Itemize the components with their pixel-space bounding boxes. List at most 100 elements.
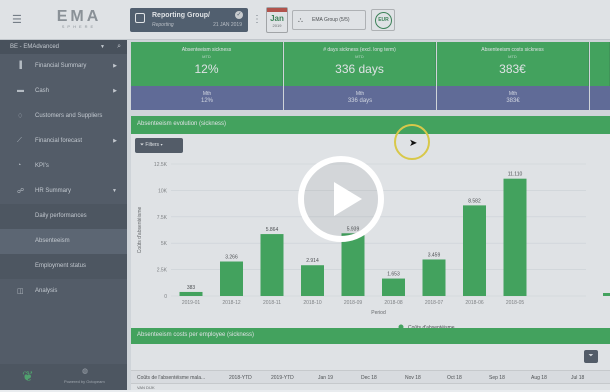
kpi-period: MTD bbox=[202, 54, 211, 59]
sidebar-subitem-employment-status[interactable]: Employment status bbox=[0, 254, 127, 279]
sidebar-subitem-absenteeism[interactable]: Absenteeism bbox=[0, 229, 127, 254]
table-column-header[interactable]: Dec 18 bbox=[361, 375, 377, 381]
sidebar-item-analysis[interactable]: ◫ Analysis bbox=[0, 279, 127, 304]
sidebar-item-label: Analysis bbox=[35, 288, 58, 294]
kpi-card-days-sickness[interactable]: # days sickness (excl. long term) MTD 33… bbox=[284, 42, 436, 86]
table-column-header[interactable]: Coûts de l'absentéisme mala... bbox=[137, 375, 205, 381]
x-tick-label: 2018-05 bbox=[506, 300, 525, 306]
table-column-header[interactable]: Jul 18 bbox=[571, 375, 584, 381]
kpi-card-absenteeism[interactable]: Absenteeism sickness MTD 12% bbox=[131, 42, 283, 86]
bar-partial bbox=[603, 293, 610, 296]
report-icon bbox=[135, 13, 145, 23]
entity-selector[interactable]: ⛬ EMA Group (5/5) bbox=[292, 10, 366, 30]
bar-value-label: 3.266 bbox=[225, 255, 238, 261]
kpi-value: 12% bbox=[194, 62, 219, 76]
x-tick-label: 2018-06 bbox=[465, 300, 484, 306]
reporting-group-selector[interactable]: Reporting Group/ Reporting 21 JAN 2019 ✓ bbox=[130, 8, 248, 32]
chevron-right-icon: ▶ bbox=[113, 88, 117, 94]
bar bbox=[422, 259, 446, 296]
check-icon: ✓ bbox=[235, 11, 243, 19]
sidebar-item-label: Customers and Suppliers bbox=[35, 113, 103, 119]
x-tick-label: 2019-01 bbox=[182, 300, 201, 306]
currency-selector[interactable]: EUR bbox=[371, 9, 395, 31]
group-date: 21 JAN 2019 bbox=[213, 22, 242, 28]
app-logo[interactable]: EMA SPHERE bbox=[54, 8, 104, 29]
play-button[interactable] bbox=[298, 156, 384, 242]
sidebar-item-kpis[interactable]: ◔ KPI's bbox=[0, 154, 127, 179]
bar bbox=[260, 234, 284, 296]
y-tick-label: 12.5K bbox=[154, 162, 168, 168]
sidebar-subitem-label: Absenteeism bbox=[35, 238, 70, 244]
line-chart-icon: ⟋ bbox=[17, 137, 22, 144]
globe-icon[interactable]: ◍ bbox=[82, 367, 88, 375]
chevron-down-icon: ▼ bbox=[112, 188, 117, 194]
filters-button[interactable]: ⏷ Filters ▾ bbox=[135, 138, 183, 153]
chevron-right-icon: ▶ bbox=[113, 63, 117, 69]
calendar-header bbox=[267, 8, 287, 12]
table-row[interactable]: VAN DIJK bbox=[131, 384, 610, 392]
caret-down-icon: ▼ bbox=[100, 44, 105, 50]
hierarchy-icon: ⛬ bbox=[298, 17, 303, 24]
sidebar-item-label: Cash bbox=[35, 88, 50, 94]
bar-chart-icon: ▐ bbox=[17, 62, 22, 69]
table-column-header[interactable]: Jan 19 bbox=[318, 375, 333, 381]
sidebar-subitem-label: Daily performances bbox=[35, 213, 87, 219]
chevron-right-icon: ▶ bbox=[113, 138, 117, 144]
bar bbox=[341, 233, 365, 296]
search-icon[interactable]: ⌕ bbox=[117, 43, 121, 51]
month-value: 383€ bbox=[506, 98, 520, 104]
bar bbox=[179, 291, 203, 296]
kpi-label: Absenteeism costs sickness bbox=[481, 47, 544, 53]
gauge-icon: ◔ bbox=[17, 162, 22, 169]
bar bbox=[463, 205, 486, 296]
sidebar-subitem-daily-performances[interactable]: Daily performances bbox=[0, 204, 127, 229]
bar-value-label: 5.864 bbox=[266, 227, 279, 233]
sidebar-item-hr-summary[interactable]: ☍ HR Summary ▼ bbox=[0, 179, 127, 204]
company-selector[interactable]: BE - EMAdvanced ▼ ⌕ bbox=[0, 40, 127, 54]
kpi-period: MTD bbox=[508, 54, 517, 59]
kpi-card-costs[interactable]: Absenteeism costs sickness MTD 383€ bbox=[437, 42, 589, 86]
bar bbox=[503, 178, 527, 296]
group-title: Reporting Group/ bbox=[152, 12, 210, 19]
y-tick-label: 2.5K bbox=[157, 268, 168, 274]
table-column-header[interactable]: Oct 18 bbox=[447, 375, 462, 381]
hamburger-menu-icon[interactable]: ☰ bbox=[12, 13, 22, 26]
bar-value-label: 383 bbox=[187, 285, 196, 291]
mouse-pointer-icon: ➤ bbox=[409, 138, 418, 149]
sidebar-item-financial-forecast[interactable]: ⟋ Financial forecast ▶ bbox=[0, 129, 127, 154]
sidebar-item-customers-suppliers[interactable]: ♢ Customers and Suppliers bbox=[0, 104, 127, 129]
table-filter-icon[interactable]: ⏷ bbox=[584, 350, 598, 363]
bar-value-label: 3.459 bbox=[428, 252, 441, 258]
sidebar-subitem-label: Employment status bbox=[35, 263, 87, 269]
kpi-month-days: Mth 336 days bbox=[284, 86, 436, 110]
sidebar-item-financial-summary[interactable]: ▐ Financial Summary ▶ bbox=[0, 54, 127, 79]
kpi-period: MTD bbox=[355, 54, 364, 59]
month-value: 336 days bbox=[347, 98, 373, 104]
table-panel: ⏷ Coûts de l'absentéisme mala... 2018-YTD… bbox=[131, 344, 610, 390]
sidebar: BE - EMAdvanced ▼ ⌕ ▐ Financial Summary … bbox=[0, 40, 127, 390]
x-tick-label: 2018-12 bbox=[222, 300, 241, 306]
bar-value-label: 11.110 bbox=[508, 172, 523, 178]
kpi-row: Absenteeism sickness MTD 12% # days sick… bbox=[131, 42, 610, 86]
sidebar-item-label: Financial forecast bbox=[35, 138, 83, 144]
kpi-label: Absenteeism sickness bbox=[181, 47, 232, 53]
bar-value-label: 2.914 bbox=[306, 258, 319, 264]
x-tick-label: 2018-08 bbox=[384, 300, 403, 306]
table-column-header[interactable]: Sep 18 bbox=[489, 375, 505, 381]
table-panel-title: Absenteeism costs per employee (sickness… bbox=[131, 328, 610, 344]
play-icon bbox=[334, 182, 362, 216]
period-calendar[interactable]: Jan 2019 bbox=[266, 7, 288, 33]
y-tick-label: 7.5K bbox=[157, 215, 168, 221]
bar bbox=[220, 261, 243, 296]
handshake-icon: ♢ bbox=[17, 113, 24, 120]
bar-value-label: 1.653 bbox=[387, 272, 400, 278]
table-column-header[interactable]: Nov 18 bbox=[405, 375, 421, 381]
kpi-value: 383€ bbox=[499, 62, 526, 76]
y-tick-label: 5K bbox=[161, 241, 168, 247]
kpi-label: # days sickness (excl. long term) bbox=[323, 47, 396, 53]
sidebar-item-cash[interactable]: ▬ Cash ▶ bbox=[0, 79, 127, 104]
table-column-header[interactable]: Aug 18 bbox=[531, 375, 547, 381]
more-options-icon[interactable]: ⋮ bbox=[252, 14, 262, 25]
table-column-header[interactable]: 2018-YTD bbox=[229, 375, 252, 381]
table-column-header[interactable]: 2019-YTD bbox=[271, 375, 294, 381]
